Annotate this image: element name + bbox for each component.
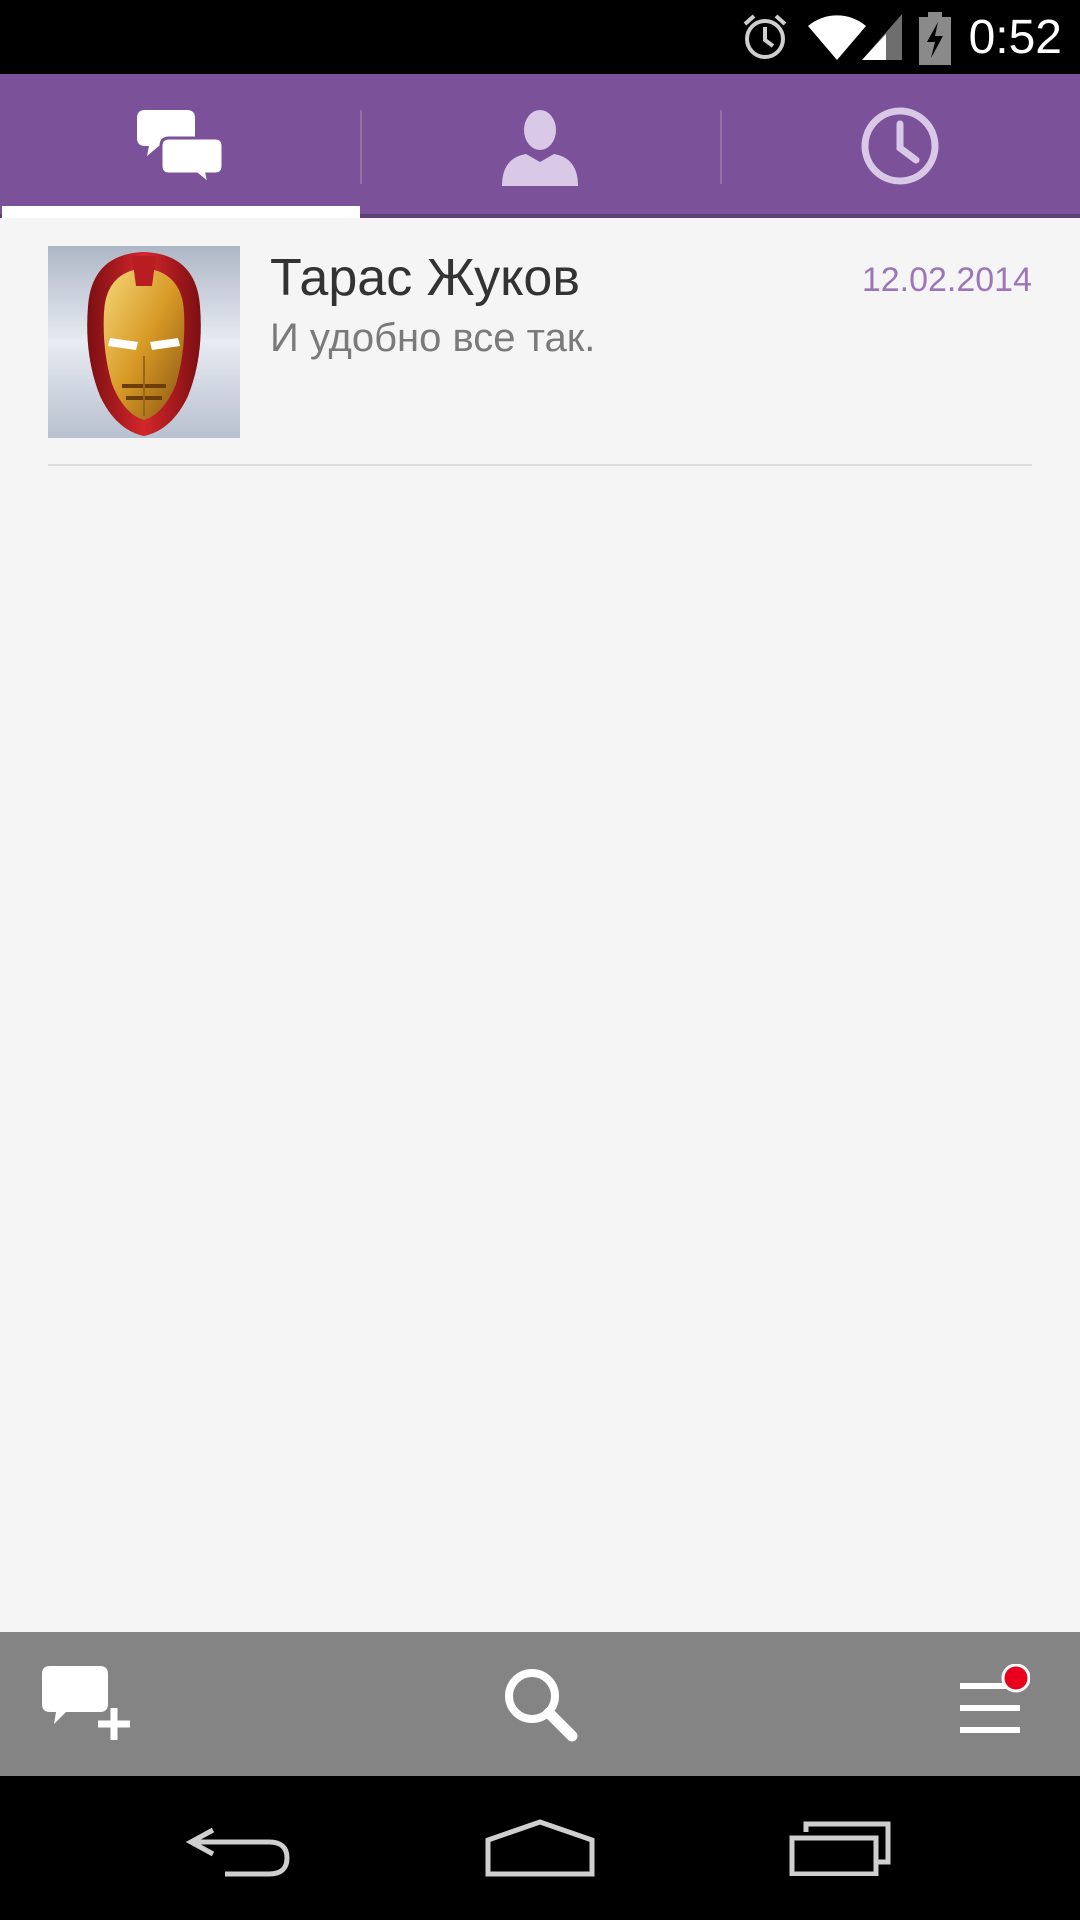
message-preview: И удобно все так. [270,316,596,360]
new-message-button[interactable] [10,1632,170,1776]
search-icon [505,1669,578,1742]
home-icon [485,1819,595,1877]
tab-bar [0,74,1080,218]
chat-bubbles-icon [137,110,223,184]
notification-dot [1001,1664,1030,1693]
menu-icon [960,1664,1030,1733]
back-icon [185,1827,290,1877]
status-time: 0:52 [968,11,1062,64]
selected-tab-indicator [2,206,360,218]
clock-icon [861,107,939,185]
recent-apps-button[interactable] [740,1776,940,1920]
list-divider [48,464,1032,466]
conversation-row[interactable]: Тарас Жуков 12.02.2014 И удобно все так. [0,218,1080,466]
menu-button[interactable] [910,1632,1070,1776]
recent-apps-icon [789,1821,891,1876]
message-date: 12.02.2014 [861,261,1032,299]
contact-name: Тарас Жуков [270,249,580,307]
battery-icon [919,12,951,65]
tab-chats[interactable] [0,74,360,218]
person-icon [502,110,578,186]
action-bar [0,1632,1080,1776]
navigation-bar [0,1776,1080,1920]
wifi-icon [808,15,866,60]
back-button[interactable] [140,1776,340,1920]
tab-recents[interactable] [720,74,1080,218]
tab-divider [360,110,362,184]
status-bar: 0:52 [0,0,1080,74]
alarm-icon [743,14,787,59]
screen: 0:52 Тарас Жуков 12.02.2014 И удобно все… [0,0,1080,1920]
search-button[interactable] [460,1632,620,1776]
iron-man-mask-avatar [48,246,240,438]
avatar [48,246,240,438]
home-button[interactable] [440,1776,640,1920]
new-message-icon [42,1666,130,1740]
signal-icon [862,14,902,60]
tab-divider [720,110,722,184]
tab-contacts[interactable] [360,74,720,218]
